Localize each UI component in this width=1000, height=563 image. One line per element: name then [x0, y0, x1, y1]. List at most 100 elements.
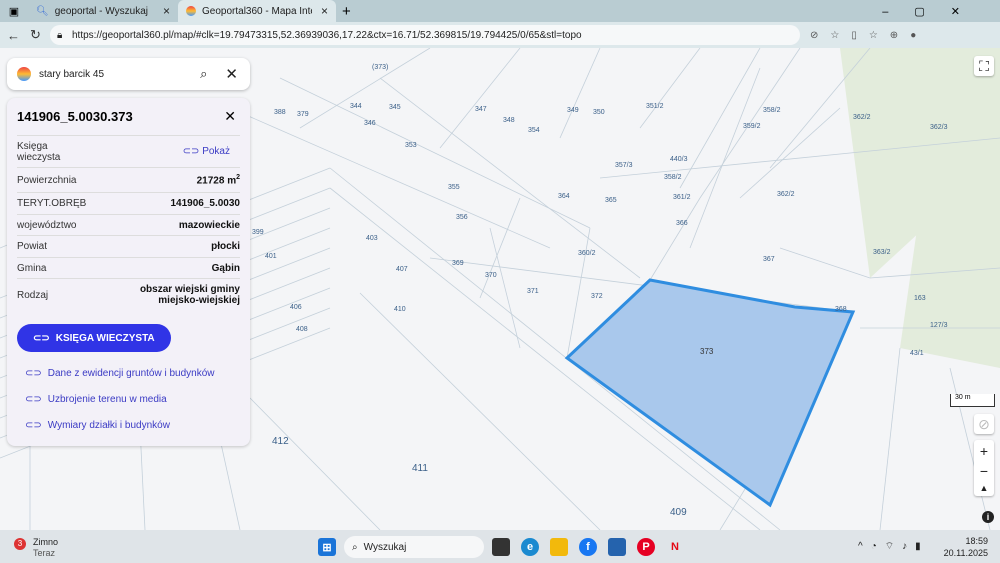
parcel-number-label: 409 — [670, 507, 687, 518]
edge-icon[interactable]: e — [521, 538, 539, 556]
show-ksiega-link[interactable]: ⊂⊃ Pokaż — [183, 146, 230, 157]
system-tray-icons[interactable]: ^◔⌔♪▮ — [858, 540, 929, 553]
pinterest-icon[interactable]: P — [637, 538, 655, 556]
row-ksiega: Księga wieczysta ⊂⊃ Pokaż — [17, 136, 240, 168]
parcel-number-label: 371 — [527, 288, 539, 295]
parcel-number-label: 360/2 — [578, 250, 596, 257]
parcel-number-label: 366 — [676, 220, 688, 227]
parcel-number-label: 406 — [290, 304, 302, 311]
parcel-boundary — [639, 48, 701, 129]
parcel-number-label: 354 — [528, 127, 540, 134]
geoportal-logo-icon — [17, 67, 31, 81]
url-field[interactable]: 🔒︎ https://geoportal360.pl/map/#clk=19.79… — [50, 25, 800, 45]
parcel-boundary — [679, 48, 761, 189]
parcel-number-label: 43/1 — [910, 350, 924, 357]
link-icon: ⊂⊃ — [25, 420, 42, 431]
parcel-number-label: 356 — [456, 214, 468, 221]
reset-north-button[interactable]: ▲ — [980, 483, 989, 493]
link-uzbrojenie[interactable]: ⊂⊃ Uzbrojenie terenu w media — [25, 394, 167, 405]
parcel-number-label: 403 — [366, 235, 378, 242]
parcel-info-panel: 141906_5.0030.373 ✕ Księga wieczysta ⊂⊃ Po… — [7, 98, 250, 446]
netflix-icon[interactable]: N — [666, 538, 684, 556]
row-rodzaj: Rodzaj obszar wiejski gminy miejsko-wiejs… — [17, 284, 240, 306]
parcel-number-label: 346 — [364, 120, 376, 127]
link-wymiary[interactable]: ⊂⊃ Wymiary działki i budynków — [25, 420, 170, 431]
weather-icon[interactable]: 3 — [14, 538, 26, 550]
parcel-number-label: 358/2 — [664, 174, 682, 181]
parcel-title: 141906_5.0030.373 ✕ — [17, 98, 240, 136]
zoom-controls: + − ▲ — [974, 440, 994, 496]
taskbar: 3 Zimno Teraz ⊞ ⌕ Wyszukaj e f P N ^◔⌔♪▮ … — [0, 530, 1000, 563]
parcel-number-label: 370 — [485, 272, 497, 279]
file-explorer-icon[interactable] — [550, 538, 568, 556]
parcel-number-label: 355 — [448, 184, 460, 191]
parcel-number-label: 350 — [593, 109, 605, 116]
store-icon[interactable] — [608, 538, 626, 556]
task-view-icon[interactable] — [492, 538, 510, 556]
parcel-number-label: 362/2 — [777, 191, 795, 198]
selected-parcel-373[interactable] — [564, 278, 856, 508]
ksiega-wieczysta-button[interactable]: ⊂⊃ KSIĘGA WIECZYSTA — [17, 324, 171, 352]
parcel-number-label: 411 — [412, 463, 428, 474]
parcel-boundary — [479, 197, 521, 299]
info-icon[interactable]: i — [982, 511, 994, 523]
parcel-number-label: 372 — [591, 293, 603, 300]
tab-search[interactable]: 🔍︎ geoportal - Wyszukaj × — [28, 0, 178, 22]
parcel-number-label: 351/2 — [646, 103, 664, 110]
search-input[interactable]: stary barcik 45 — [39, 69, 200, 80]
tab-actions-icon[interactable]: ▣ — [0, 5, 28, 18]
search-icon: ⌕ — [352, 541, 358, 553]
fullscreen-button[interactable]: ⛶ — [974, 56, 994, 76]
parcel-boundary — [229, 107, 551, 249]
parcel-boundary — [689, 67, 761, 249]
link-ewidencja[interactable]: ⊂⊃ Dane z ewidencji gruntów i budynków — [25, 368, 215, 379]
parcel-boundary — [739, 107, 841, 199]
browser-toolbar-icons[interactable]: ⊘☆▯☆⊕● — [810, 30, 928, 41]
parcel-number-label: 358/2 — [763, 107, 781, 114]
geoportal-logo-icon — [186, 6, 196, 16]
parcel-boundary — [279, 77, 591, 229]
parcel-boundary — [249, 397, 381, 530]
close-tab-icon[interactable]: × — [163, 4, 170, 18]
parcel-boundary — [489, 227, 521, 349]
parcel-boundary — [559, 48, 601, 139]
parcel-number-label: 440/3 — [670, 156, 688, 163]
back-icon[interactable]: ← — [7, 28, 20, 43]
parcel-boundary — [299, 48, 431, 129]
parcel-number-label: 407 — [396, 266, 408, 273]
close-panel-icon[interactable]: ✕ — [224, 108, 236, 125]
close-tab-icon[interactable]: × — [321, 4, 328, 18]
compass-button[interactable]: ⊘ — [974, 414, 994, 434]
tab-geoportal[interactable]: Geoportal360 - Mapa Interaktywn× — [178, 0, 336, 22]
refresh-icon[interactable]: ↻ — [30, 27, 41, 43]
parcel-number-label: 388 — [274, 109, 286, 116]
row-wojewodztwo: województwo mazowieckie — [17, 215, 240, 236]
parcel-boundary — [359, 292, 601, 530]
parcel-number-label: 410 — [394, 306, 406, 313]
parcel-number-label: 362/3 — [930, 124, 948, 131]
parcel-number-label: 344 — [350, 103, 362, 110]
parcel-number-label: 353 — [405, 142, 417, 149]
start-button[interactable]: ⊞ — [318, 538, 336, 556]
parcel-number-label: 399 — [252, 229, 264, 236]
tab-bar: ▣ 🔍︎ geoportal - Wyszukaj × Geoportal360 -… — [0, 0, 1000, 22]
parcel-number-label: 365 — [605, 197, 617, 204]
new-tab-button[interactable]: + — [342, 3, 351, 20]
parcel-number-label: 357/3 — [615, 162, 633, 169]
zoom-in-button[interactable]: + — [980, 443, 988, 459]
parcel-boundary — [879, 347, 901, 530]
search-icon[interactable]: ⌕ — [200, 66, 207, 82]
parcel-number-label: 408 — [296, 326, 308, 333]
zoom-out-button[interactable]: − — [980, 463, 988, 479]
parcel-number-label: 359/2 — [743, 123, 761, 130]
scale-bar: 30 m — [950, 394, 995, 407]
parcel-number-label: 127/3 — [930, 322, 948, 329]
facebook-icon[interactable]: f — [579, 538, 597, 556]
clear-search-icon[interactable]: ✕ — [225, 65, 238, 83]
parcel-boundary — [649, 197, 701, 281]
window-controls[interactable]: –▢✕ — [882, 5, 986, 18]
row-teryt: TERYT.OBRĘB 141906_5.0030 — [17, 193, 240, 215]
parcel-number-label: 369 — [452, 260, 464, 267]
taskbar-search[interactable]: ⌕ Wyszukaj — [344, 536, 484, 558]
search-box[interactable]: stary barcik 45 ⌕ ✕ — [7, 58, 250, 90]
